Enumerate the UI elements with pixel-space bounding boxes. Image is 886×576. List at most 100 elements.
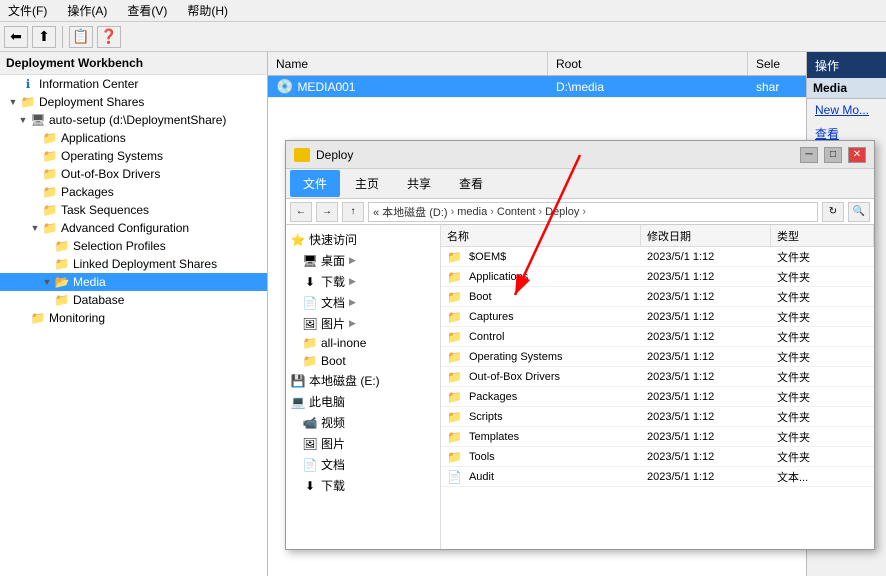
fe-file-type-2: 文件夹 (771, 289, 874, 305)
cell-root: D:\media (548, 80, 748, 94)
fe-file-row-11[interactable]: 📄Audit2023/5/1 1:12文本... (441, 467, 874, 487)
fe-maximize-btn[interactable]: □ (824, 147, 842, 163)
tree-item-13[interactable]: 📁Monitoring (0, 309, 267, 327)
toolbar-back[interactable]: ⬅ (4, 26, 28, 48)
fe-file-row-6[interactable]: 📁Out-of-Box Drivers2023/5/1 1:12文件夹 (441, 367, 874, 387)
fe-tree-docs2[interactable]: 📄 文档 (286, 454, 440, 475)
fe-search-btn[interactable]: 🔍 (848, 202, 870, 222)
menu-help[interactable]: 帮助(H) (183, 0, 232, 21)
fe-tree-pictures[interactable]: 🖼 图片 ▶ (286, 313, 440, 334)
fe-address-box[interactable]: « 本地磁盘 (D:) › media › Content › Deploy › (368, 202, 818, 222)
tree-item-3[interactable]: 📁Applications (0, 129, 267, 147)
fe-file-name-text-5: Operating Systems (469, 351, 563, 363)
tree-item-11[interactable]: ▼📂Media (0, 273, 267, 291)
fe-col-date[interactable]: 修改日期 (641, 225, 771, 246)
fe-downloads2-icon: ⬇ (302, 479, 318, 493)
fe-file-date-0: 2023/5/1 1:12 (641, 251, 771, 263)
tree-label-4: Operating Systems (61, 149, 163, 163)
fe-file-row-10[interactable]: 📁Tools2023/5/1 1:12文件夹 (441, 447, 874, 467)
action-new[interactable]: New Mo... (807, 99, 886, 121)
fe-col-type[interactable]: 类型 (771, 225, 874, 246)
menu-action[interactable]: 操作(A) (63, 0, 111, 21)
action-section-media: Media (807, 78, 886, 99)
fe-file-row-7[interactable]: 📁Packages2023/5/1 1:12文件夹 (441, 387, 874, 407)
fe-col-name[interactable]: 名称 (441, 225, 641, 246)
fe-pictures-icon: 🖼 (302, 317, 318, 331)
toolbar-up[interactable]: ⬆ (32, 26, 56, 48)
fe-file-row-3[interactable]: 📁Captures2023/5/1 1:12文件夹 (441, 307, 874, 327)
fe-tree-downloads2[interactable]: ⬇ 下载 (286, 475, 440, 496)
file-explorer: Deploy ─ □ ✕ 文件 主页 共享 查看 ← → ↑ « 本地磁盘 (D… (285, 140, 875, 550)
tree-icon-0: ℹ (20, 77, 36, 91)
fe-tree-allinone[interactable]: 📁 all-inone (286, 334, 440, 352)
fe-downloads-icon: ⬇ (302, 275, 318, 289)
fe-tab-share[interactable]: 共享 (394, 170, 444, 197)
fe-tree-docs[interactable]: 📄 文档 ▶ (286, 292, 440, 313)
tree-container: ℹInformation Center▼📁Deployment Shares▼🖥… (0, 75, 267, 327)
tree-item-5[interactable]: 📁Out-of-Box Drivers (0, 165, 267, 183)
fe-tab-file[interactable]: 文件 (290, 170, 340, 197)
fe-tree-computer[interactable]: 💻 此电脑 (286, 391, 440, 412)
fe-file-row-4[interactable]: 📁Control2023/5/1 1:12文件夹 (441, 327, 874, 347)
fe-boot-icon: 📁 (302, 354, 318, 368)
fe-file-type-6: 文件夹 (771, 369, 874, 385)
fe-file-row-1[interactable]: 📁Applications2023/5/1 1:12文件夹 (441, 267, 874, 287)
tree-item-8[interactable]: ▼📁Advanced Configuration (0, 219, 267, 237)
tree-item-2[interactable]: ▼🖥auto-setup (d:\DeploymentShare) (0, 111, 267, 129)
fe-downloads-arrow: ▶ (349, 276, 356, 287)
fe-docs2-label: 文档 (321, 456, 345, 473)
fe-file-row-2[interactable]: 📁Boot2023/5/1 1:12文件夹 (441, 287, 874, 307)
tree-icon-9: 📁 (54, 239, 70, 253)
tree-item-12[interactable]: 📁Database (0, 291, 267, 309)
fe-file-icon-10: 📁 (447, 450, 462, 464)
fe-file-row-9[interactable]: 📁Templates2023/5/1 1:12文件夹 (441, 427, 874, 447)
fe-file-type-7: 文件夹 (771, 389, 874, 405)
fe-file-list: 名称 修改日期 类型 📁 $OEM$ 2023/5/1 1:12 文件夹 📁Applic… (441, 225, 874, 549)
toolbar-action[interactable]: 📋 (69, 26, 93, 48)
tree-item-1[interactable]: ▼📁Deployment Shares (0, 93, 267, 111)
fe-tree-edrive[interactable]: 💾 本地磁盘 (E:) (286, 370, 440, 391)
fe-pictures2-label: 图片 (321, 435, 345, 452)
menubar: 文件(F) 操作(A) 查看(V) 帮助(H) (0, 0, 886, 22)
fe-file-type-9: 文件夹 (771, 429, 874, 445)
fe-tree-downloads[interactable]: ⬇ 下载 ▶ (286, 271, 440, 292)
fe-file-icon-1: 📁 (447, 270, 462, 284)
fe-tree-desktop[interactable]: 🖥 桌面 ▶ (286, 250, 440, 271)
tree-item-9[interactable]: 📁Selection Profiles (0, 237, 267, 255)
fe-file-name-text-0: $OEM$ (469, 251, 506, 263)
tree-item-0[interactable]: ℹInformation Center (0, 75, 267, 93)
fe-file-icon-3: 📁 (447, 310, 462, 324)
fe-tree-videos[interactable]: 📹 视频 (286, 412, 440, 433)
toolbar-help[interactable]: ❓ (97, 26, 121, 48)
fe-tree-quick-access[interactable]: ⭐ 快速访问 (286, 229, 440, 250)
tree-item-10[interactable]: 📁Linked Deployment Shares (0, 255, 267, 273)
cell-name-text: MEDIA001 (297, 80, 355, 94)
tree-icon-5: 📁 (42, 167, 58, 181)
fe-tree-boot[interactable]: 📁 Boot (286, 352, 440, 370)
col-header-name[interactable]: Name (268, 52, 548, 75)
fe-file-row-5[interactable]: 📁Operating Systems2023/5/1 1:12文件夹 (441, 347, 874, 367)
left-panel: Deployment Workbench ℹInformation Center… (0, 52, 268, 576)
fe-addr-drive: « 本地磁盘 (D:) (373, 204, 448, 220)
fe-file-icon-0: 📁 (447, 250, 462, 264)
fe-tree-pictures2[interactable]: 🖼 图片 (286, 433, 440, 454)
fe-nav-forward[interactable]: → (316, 202, 338, 222)
tree-item-7[interactable]: 📁Task Sequences (0, 201, 267, 219)
col-header-root[interactable]: Root (548, 52, 748, 75)
fe-file-row-8[interactable]: 📁Scripts2023/5/1 1:12文件夹 (441, 407, 874, 427)
fe-file-row-0[interactable]: 📁$OEM$2023/5/1 1:12文件夹 (441, 247, 874, 267)
fe-file-name-0: 📁 $OEM$ (441, 250, 641, 264)
fe-tab-view[interactable]: 查看 (446, 170, 496, 197)
table-row[interactable]: 💿 MEDIA001 D:\media shar (268, 76, 886, 98)
fe-nav-up[interactable]: ↑ (342, 202, 364, 222)
fe-refresh-btn[interactable]: ↻ (822, 202, 844, 222)
fe-minimize-btn[interactable]: ─ (800, 147, 818, 163)
fe-close-btn[interactable]: ✕ (848, 147, 866, 163)
fe-file-name-9: 📁Templates (441, 430, 641, 444)
tree-item-4[interactable]: 📁Operating Systems (0, 147, 267, 165)
tree-item-6[interactable]: 📁Packages (0, 183, 267, 201)
menu-file[interactable]: 文件(F) (4, 0, 51, 21)
menu-view[interactable]: 查看(V) (123, 0, 171, 21)
fe-tab-home[interactable]: 主页 (342, 170, 392, 197)
fe-nav-back[interactable]: ← (290, 202, 312, 222)
